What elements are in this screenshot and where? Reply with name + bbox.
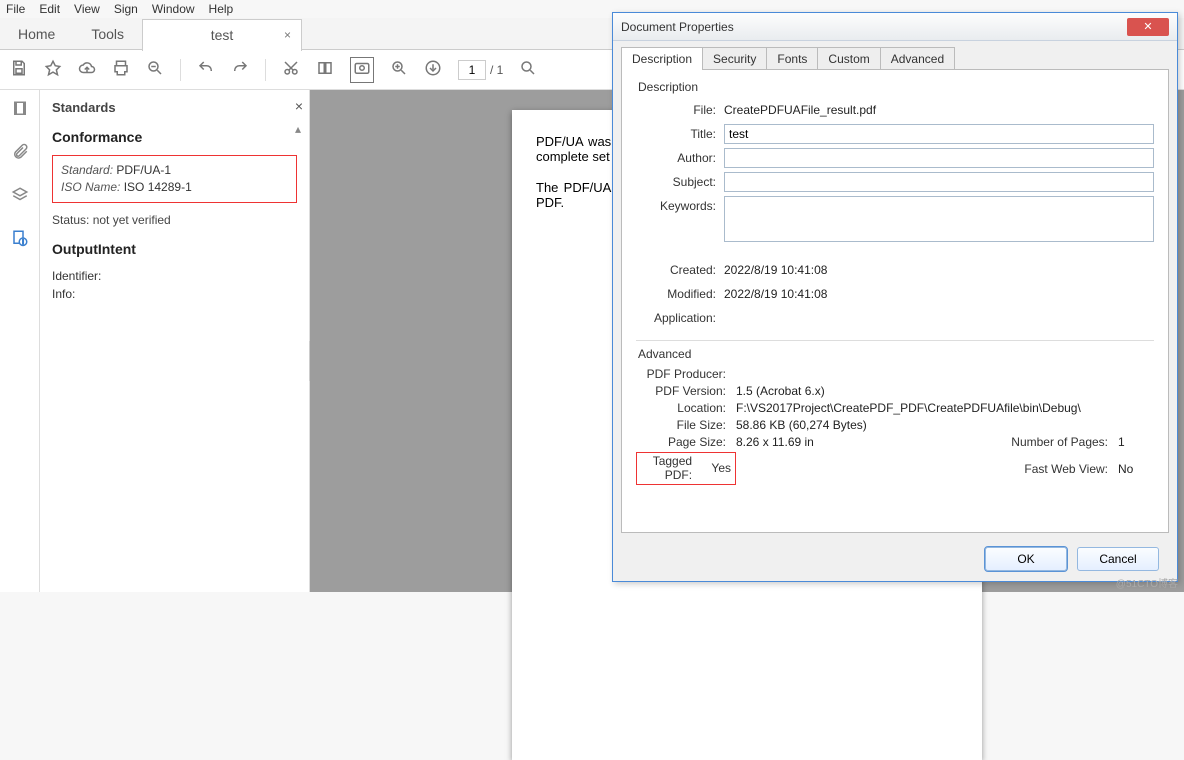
close-icon[interactable]: × (295, 98, 303, 114)
page-thumbnails-icon[interactable] (11, 100, 29, 121)
iso-label: ISO Name: (61, 180, 120, 194)
watermark: @51CTO博客 (1116, 575, 1178, 590)
fastweb-value: No (1118, 462, 1154, 476)
screenshot-icon[interactable] (350, 57, 374, 83)
cloud-upload-icon[interactable] (78, 59, 96, 81)
outputintent-heading: OutputIntent (52, 241, 297, 257)
identifier-label: Identifier: (52, 267, 297, 285)
star-icon[interactable] (44, 59, 62, 81)
tab-tools[interactable]: Tools (73, 18, 142, 50)
numpages-value: 1 (1118, 435, 1154, 449)
layers-icon[interactable] (11, 186, 29, 207)
standard-label: Standard: (61, 163, 113, 177)
version-value: 1.5 (Acrobat 6.x) (736, 384, 998, 398)
version-label: PDF Version: (636, 384, 736, 398)
advanced-section-label: Advanced (638, 347, 1154, 361)
file-value: CreatePDFUAFile_result.pdf (724, 100, 1154, 120)
modified-label: Modified: (636, 284, 724, 304)
dialog-titlebar[interactable]: Document Properties ✕ (613, 13, 1177, 41)
zoom-out-icon[interactable] (146, 59, 164, 81)
save-icon[interactable] (10, 59, 28, 81)
tagged-label: Tagged PDF: (641, 454, 692, 482)
attachment-icon[interactable] (11, 143, 29, 164)
menu-sign[interactable]: Sign (114, 2, 138, 16)
author-input[interactable] (724, 148, 1154, 168)
dialog-title: Document Properties (621, 20, 1127, 34)
keywords-input[interactable] (724, 196, 1154, 242)
subject-label: Subject: (636, 172, 724, 192)
close-icon[interactable]: ✕ (1127, 18, 1169, 36)
tab-document[interactable]: test × (142, 19, 302, 51)
numpages-label: Number of Pages: (998, 435, 1118, 449)
tab-advanced[interactable]: Advanced (880, 47, 955, 70)
chevron-up-icon[interactable]: ▴ (295, 122, 301, 136)
status-line: Status: not yet verified (52, 213, 297, 227)
tab-home[interactable]: Home (0, 18, 73, 50)
filesize-label: File Size: (636, 418, 736, 432)
keywords-label: Keywords: (636, 196, 724, 216)
standards-title: Standards (52, 100, 297, 115)
standard-value: PDF/UA-1 (116, 163, 171, 177)
tab-description[interactable]: Description (621, 47, 703, 70)
info-label: Info: (52, 285, 297, 303)
pages-icon[interactable] (316, 59, 334, 81)
fastweb-label: Fast Web View: (998, 462, 1118, 476)
undo-icon[interactable] (197, 59, 215, 81)
pagesize-value: 8.26 x 11.69 in (736, 435, 998, 449)
page-number-input[interactable] (458, 60, 486, 80)
created-value: 2022/8/19 10:41:08 (724, 260, 1154, 280)
print-icon[interactable] (112, 59, 130, 81)
download-icon[interactable] (424, 59, 442, 81)
location-value: F:\VS2017Project\CreatePDF_PDF\CreatePDF… (736, 401, 1154, 415)
menu-edit[interactable]: Edit (39, 2, 60, 16)
conformance-heading: Conformance (52, 129, 297, 145)
tab-document-label: test (211, 27, 234, 43)
dialog-body: Description File:CreatePDFUAFile_result.… (621, 69, 1169, 533)
document-properties-dialog: Document Properties ✕ Description Securi… (612, 12, 1178, 582)
created-label: Created: (636, 260, 724, 280)
filesize-value: 58.86 KB (60,274 Bytes) (736, 418, 1154, 432)
cut-icon[interactable] (282, 59, 300, 81)
producer-label: PDF Producer: (636, 367, 736, 381)
page-total: / 1 (490, 63, 503, 77)
tagged-highlight-box: Tagged PDF: Yes (636, 452, 736, 485)
menu-window[interactable]: Window (152, 2, 195, 16)
toolbar-divider (265, 59, 266, 81)
tab-fonts[interactable]: Fonts (766, 47, 818, 70)
title-label: Title: (636, 124, 724, 144)
standards-icon[interactable]: i (11, 229, 29, 250)
tab-security[interactable]: Security (702, 47, 767, 70)
tab-custom[interactable]: Custom (817, 47, 880, 70)
modified-value: 2022/8/19 10:41:08 (724, 284, 1154, 304)
menu-file[interactable]: File (6, 2, 25, 16)
search-icon[interactable] (519, 59, 537, 81)
standards-panel: Standards × ▴ Conformance Standard: PDF/… (40, 90, 310, 592)
close-icon[interactable]: × (284, 28, 291, 42)
toolbar-divider (180, 59, 181, 81)
application-label: Application: (636, 308, 724, 328)
svg-text:i: i (22, 240, 23, 246)
conformance-highlight-box: Standard: PDF/UA-1 ISO Name: ISO 14289-1 (52, 155, 297, 203)
cancel-button[interactable]: Cancel (1077, 547, 1159, 571)
iso-value: ISO 14289-1 (124, 180, 192, 194)
file-label: File: (636, 100, 724, 120)
tagged-value: Yes (711, 461, 731, 475)
zoom-in-icon[interactable] (390, 59, 408, 81)
description-section-label: Description (638, 80, 1154, 94)
left-icon-rail: i (0, 90, 40, 592)
redo-icon[interactable] (231, 59, 249, 81)
title-input[interactable] (724, 124, 1154, 144)
menu-help[interactable]: Help (209, 2, 234, 16)
pagesize-label: Page Size: (636, 435, 736, 449)
dialog-tabs: Description Security Fonts Custom Advanc… (621, 47, 1169, 70)
author-label: Author: (636, 148, 724, 168)
page-indicator: / 1 (458, 60, 503, 80)
location-label: Location: (636, 401, 736, 415)
menu-view[interactable]: View (74, 2, 100, 16)
subject-input[interactable] (724, 172, 1154, 192)
ok-button[interactable]: OK (985, 547, 1067, 571)
